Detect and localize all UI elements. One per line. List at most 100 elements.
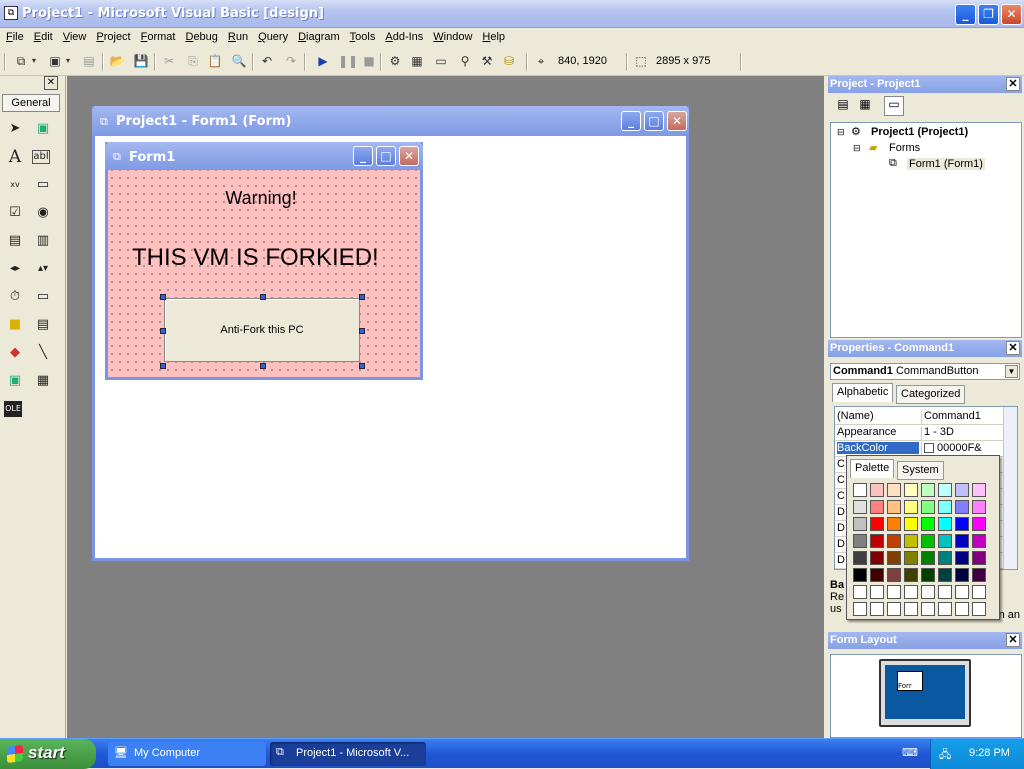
- minimize-button[interactable]: _: [955, 4, 976, 25]
- menu-addins[interactable]: Add-Ins: [379, 28, 427, 43]
- color-swatch[interactable]: [972, 483, 986, 497]
- add-form-icon[interactable]: ▣: [46, 52, 64, 70]
- warning-label[interactable]: Warning!: [108, 188, 414, 209]
- color-swatch[interactable]: [938, 483, 952, 497]
- color-swatch[interactable]: [955, 517, 969, 531]
- clock[interactable]: 9:28 PM: [969, 747, 1010, 759]
- network-icon[interactable]: 🖧: [939, 746, 951, 765]
- color-swatch[interactable]: [887, 602, 901, 616]
- color-swatch[interactable]: [904, 568, 918, 582]
- copy-icon[interactable]: ⎘: [184, 52, 202, 70]
- view-code-icon[interactable]: ▤: [834, 97, 852, 115]
- toggle-folders-icon[interactable]: ▭: [884, 96, 904, 116]
- optionbutton-tool-icon[interactable]: ◉: [32, 202, 54, 224]
- label-tool-icon[interactable]: A: [4, 146, 26, 168]
- add-project-icon[interactable]: ⧉: [12, 52, 30, 70]
- color-swatch[interactable]: [904, 500, 918, 514]
- color-swatch[interactable]: [904, 602, 918, 616]
- start-button[interactable]: start: [0, 739, 96, 769]
- menu-query[interactable]: Query: [252, 28, 292, 43]
- menu-window[interactable]: Window: [427, 28, 476, 43]
- line-tool-icon[interactable]: ╲: [32, 342, 54, 364]
- color-swatch[interactable]: [853, 602, 867, 616]
- color-swatch[interactable]: [938, 568, 952, 582]
- color-swatch[interactable]: [853, 551, 867, 565]
- vscrollbar-tool-icon[interactable]: ▴▾: [32, 258, 54, 280]
- color-swatch[interactable]: [870, 517, 884, 531]
- color-swatch[interactable]: [904, 534, 918, 548]
- start-run-icon[interactable]: ▶: [314, 52, 332, 70]
- project-explorer-icon[interactable]: ⚙: [386, 52, 404, 70]
- color-swatch[interactable]: [955, 551, 969, 565]
- find-icon[interactable]: 🔍: [230, 52, 248, 70]
- color-swatch[interactable]: [955, 500, 969, 514]
- menu-help[interactable]: Help: [476, 28, 509, 43]
- chevron-down-icon[interactable]: ▾: [30, 52, 38, 70]
- combobox-tool-icon[interactable]: ▤: [4, 230, 26, 252]
- chevron-down-icon[interactable]: ▾: [64, 52, 72, 70]
- form-layout-icon[interactable]: ▭: [432, 52, 450, 70]
- color-swatch[interactable]: [870, 585, 884, 599]
- color-swatch[interactable]: [972, 585, 986, 599]
- resize-handle[interactable]: [359, 294, 365, 300]
- form-designer-window[interactable]: Project1 - Form1 (Form) ⧉ _ □ ✕ Form1 ⧉ …: [92, 106, 689, 561]
- data-tool-icon[interactable]: ▦: [32, 370, 54, 392]
- filelist-tool-icon[interactable]: ▤: [32, 314, 54, 336]
- designer-maximize-button[interactable]: □: [644, 111, 664, 131]
- listbox-tool-icon[interactable]: ▥: [32, 230, 54, 252]
- toolbox-icon[interactable]: ⚒: [478, 52, 496, 70]
- object-combo[interactable]: Command1 CommandButton ▼: [830, 363, 1020, 380]
- color-swatch[interactable]: [904, 585, 918, 599]
- menu-format[interactable]: Format: [135, 28, 180, 43]
- tree-project-root[interactable]: Project1 (Project1): [871, 126, 968, 138]
- color-swatch[interactable]: [870, 568, 884, 582]
- task-visual-basic[interactable]: ⧉ Project1 - Microsoft V...: [270, 742, 426, 766]
- color-swatch[interactable]: [853, 483, 867, 497]
- color-swatch[interactable]: [921, 517, 935, 531]
- menu-tools[interactable]: Tools: [344, 28, 380, 43]
- resize-handle[interactable]: [260, 294, 266, 300]
- form1-canvas[interactable]: Form1 ⧉ _ □ ✕ Warning! THIS VM IS FORKIE…: [105, 142, 423, 380]
- color-swatch[interactable]: [921, 483, 935, 497]
- designer-minimize-button[interactable]: _: [621, 111, 641, 131]
- color-swatch[interactable]: [904, 483, 918, 497]
- color-swatch[interactable]: [972, 568, 986, 582]
- resize-handle[interactable]: [260, 363, 266, 369]
- paste-icon[interactable]: 📋: [206, 52, 224, 70]
- close-icon[interactable]: ✕: [44, 76, 58, 90]
- color-swatch[interactable]: [921, 568, 935, 582]
- open-folder-icon[interactable]: 📂: [108, 52, 126, 70]
- collapse-icon[interactable]: ⊟: [837, 127, 845, 138]
- tab-system[interactable]: System: [897, 461, 944, 480]
- menu-diagram[interactable]: Diagram: [292, 28, 344, 43]
- image-tool-icon[interactable]: ▣: [4, 370, 26, 392]
- color-swatch[interactable]: [887, 483, 901, 497]
- close-icon[interactable]: ✕: [1006, 341, 1020, 355]
- menu-project[interactable]: Project: [90, 28, 134, 43]
- toolbox-tab-general[interactable]: General: [2, 94, 60, 112]
- color-swatch[interactable]: [921, 534, 935, 548]
- color-swatch[interactable]: [972, 500, 986, 514]
- menu-run[interactable]: Run: [222, 28, 252, 43]
- color-swatch[interactable]: [972, 534, 986, 548]
- command1-button[interactable]: Anti-Fork this PC: [164, 298, 360, 362]
- color-swatch[interactable]: [921, 585, 935, 599]
- mini-form[interactable]: Forr: [897, 671, 923, 691]
- drivelist-tool-icon[interactable]: ▭: [32, 286, 54, 308]
- view-object-icon[interactable]: ▦: [856, 97, 874, 115]
- color-swatch[interactable]: [887, 585, 901, 599]
- color-swatch[interactable]: [938, 534, 952, 548]
- tree-forms-folder[interactable]: Forms: [889, 142, 920, 154]
- color-swatch[interactable]: [938, 602, 952, 616]
- resize-handle[interactable]: [160, 363, 166, 369]
- cut-icon[interactable]: ✂: [160, 52, 178, 70]
- tree-form1-item[interactable]: Form1 (Form1): [907, 158, 985, 170]
- color-swatch[interactable]: [955, 534, 969, 548]
- color-swatch[interactable]: [904, 517, 918, 531]
- color-swatch[interactable]: [887, 534, 901, 548]
- color-swatch[interactable]: [921, 551, 935, 565]
- save-icon[interactable]: 💾: [132, 52, 150, 70]
- color-swatch[interactable]: [938, 585, 952, 599]
- end-icon[interactable]: ■: [360, 52, 378, 70]
- color-swatch[interactable]: [870, 483, 884, 497]
